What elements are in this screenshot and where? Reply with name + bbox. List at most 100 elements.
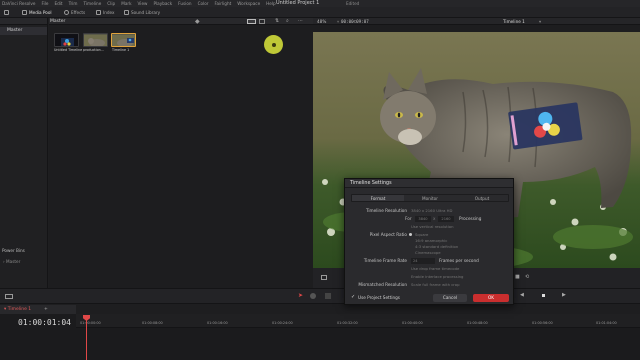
index-icon — [96, 10, 101, 15]
panel-icon — [4, 10, 9, 15]
processing-label: Processing — [459, 216, 482, 221]
sort-icon[interactable]: ⇅ — [275, 18, 279, 25]
playhead[interactable] — [86, 316, 87, 360]
play-icon[interactable]: ▶ — [562, 292, 566, 298]
menu-playback[interactable]: Playback — [153, 0, 172, 7]
timeline-thumb-icon — [112, 35, 135, 46]
pixel-option-cinemascope[interactable]: Cinemascope — [415, 250, 441, 255]
timeline-timecode[interactable]: 01:00:01:04 — [18, 318, 71, 327]
mismatched-resolution-label: Mismatched Resolution — [358, 282, 407, 287]
clip-label-3: Timeline 1 — [112, 48, 130, 52]
loop-icon[interactable]: ⟲ — [525, 274, 529, 280]
use-project-settings-label: Use Project Settings — [358, 295, 400, 300]
add-timeline-icon[interactable]: + — [44, 305, 48, 314]
ruler-tick: 01:00:48:00 — [467, 321, 488, 325]
tab-format[interactable]: Format — [352, 195, 404, 201]
index-label: Index — [103, 10, 115, 15]
pixel-option-sd[interactable]: 4:3 standard definition — [415, 244, 458, 249]
mouse-cursor-highlight — [264, 35, 283, 54]
menu-workspace[interactable]: Workspace — [237, 0, 260, 7]
resolution-width-input[interactable]: 3840 — [415, 216, 431, 222]
timeline-tabs: ▾ Timeline 1 + — [0, 305, 76, 314]
viewer-spacer — [313, 25, 640, 32]
viewer-timecode: 00:00:09:07 — [341, 19, 369, 24]
menu-timeline[interactable]: Timeline — [83, 0, 101, 7]
sound-library-label: Sound Library — [131, 10, 161, 15]
menu-mark[interactable]: Mark — [121, 0, 131, 7]
effects-button[interactable]: Effects — [64, 9, 85, 16]
master-bin[interactable]: Master — [0, 27, 47, 35]
menu-bar: DaVinci Resolve File Edit Trim Timeline … — [0, 0, 640, 7]
menu-trim[interactable]: Trim — [69, 0, 78, 7]
selection-tool-icon[interactable]: ➤ — [298, 292, 303, 299]
menu-view[interactable]: View — [138, 0, 148, 7]
search-icon[interactable]: ⌕ — [286, 18, 289, 25]
prev-frame-icon[interactable]: ◀ — [520, 292, 524, 298]
timeline-ruler[interactable]: 01:00:00:00 01:00:08:00 01:00:16:00 01:0… — [76, 314, 640, 328]
sound-library-button[interactable]: Sound Library — [124, 9, 160, 16]
for-label: For — [405, 216, 412, 221]
media-pool: Master ◆ ⇅ ⌕ ··· Untitled Timeline produ… — [49, 18, 313, 288]
timeline-settings-dialog: Timeline Settings Format Monitor Output … — [344, 178, 514, 305]
tab-output[interactable]: Output — [456, 195, 508, 201]
toggle-panel-button[interactable] — [4, 9, 9, 16]
timeline-dropdown-icon[interactable]: ▾ — [539, 18, 541, 25]
timeline-resolution-label: Timeline Resolution — [365, 208, 407, 213]
stop-button-icon[interactable] — [542, 294, 545, 297]
timeline-tab[interactable]: ▾ Timeline 1 — [0, 307, 31, 312]
media-pool-button[interactable]: Media Pool — [22, 9, 52, 16]
app-menu[interactable]: DaVinci Resolve — [2, 0, 35, 7]
clip-thumbnail-2[interactable] — [83, 33, 108, 47]
bin-options-icon[interactable]: ◆ — [195, 18, 200, 25]
frame-rate-label: Timeline Frame Rate — [363, 258, 407, 263]
menu-help[interactable]: Help — [266, 0, 276, 7]
cancel-button[interactable]: Cancel — [433, 294, 467, 302]
power-bins-header[interactable]: Power Bins — [0, 248, 25, 253]
frames-per-second-label: Frames per second — [439, 258, 479, 263]
trim-tool-icon[interactable] — [310, 293, 316, 299]
drop-frame-checkbox[interactable]: Use drop frame timecode — [411, 266, 459, 271]
media-pool-icon — [22, 10, 27, 15]
effects-icon — [64, 10, 69, 15]
viewer-timeline-name[interactable]: Timeline 1 — [503, 18, 525, 25]
resolution-x: x — [433, 216, 436, 221]
tab-monitor[interactable]: Monitor — [404, 195, 456, 201]
ruler-tick: 01:00:08:00 — [142, 321, 163, 325]
grid-view-icon[interactable] — [247, 19, 256, 24]
ruler-tick: 01:00:24:00 — [272, 321, 293, 325]
ok-button[interactable]: OK — [473, 294, 509, 302]
menu-fusion[interactable]: Fusion — [178, 0, 191, 7]
sound-library-icon — [124, 10, 129, 15]
vertical-resolution-checkbox[interactable]: Use vertical resolution — [411, 224, 454, 229]
menu-fairlight[interactable]: Fairlight — [215, 0, 232, 7]
menu-clip[interactable]: Clip — [107, 0, 115, 7]
pixel-aspect-label: Pixel Aspect Ratio — [369, 232, 407, 237]
media-pool-label: Media Pool — [29, 10, 52, 15]
menu-edit[interactable]: Edit — [54, 0, 62, 7]
menu-file[interactable]: File — [41, 0, 48, 7]
resolution-height-input[interactable]: 2160 — [438, 216, 454, 222]
frame-rate-select[interactable]: 24 — [411, 258, 435, 264]
pixel-option-square[interactable]: Square — [415, 232, 428, 237]
interlace-checkbox[interactable]: Enable interlace processing — [411, 274, 463, 279]
zoom-level[interactable]: 48% — [317, 18, 326, 25]
viewer-header: 48% ▾ ⟲ 00:00:09:07 Timeline 1 ▾ — [313, 18, 640, 25]
list-view-icon[interactable] — [259, 19, 265, 24]
index-button[interactable]: Index — [96, 9, 115, 16]
timeline-view-icon[interactable] — [5, 294, 13, 299]
project-title: Untitled Project 1 — [276, 0, 320, 6]
menu-color[interactable]: Color — [198, 0, 209, 7]
blade-tool-icon[interactable] — [325, 293, 331, 299]
pixel-aspect-radio-selected[interactable] — [409, 233, 412, 236]
crop-icon[interactable] — [321, 275, 327, 280]
checkmark-icon[interactable]: ✓ — [351, 294, 355, 300]
pixel-option-anamorphic[interactable]: 16:9 anamorphic — [415, 238, 447, 243]
timeline-resolution-select[interactable]: 3840 x 2160 Ultra HD — [411, 208, 452, 213]
clip-thumbnail-1[interactable] — [54, 33, 79, 47]
power-bins-master[interactable]: › Master — [3, 259, 20, 264]
mismatched-resolution-select[interactable]: Scale full frame with crop — [411, 282, 460, 287]
clip-thumbnail-3[interactable] — [111, 33, 136, 47]
stop-icon[interactable]: ■ — [515, 274, 520, 280]
effects-label: Effects — [71, 10, 86, 15]
more-options-icon[interactable]: ··· — [298, 18, 303, 25]
